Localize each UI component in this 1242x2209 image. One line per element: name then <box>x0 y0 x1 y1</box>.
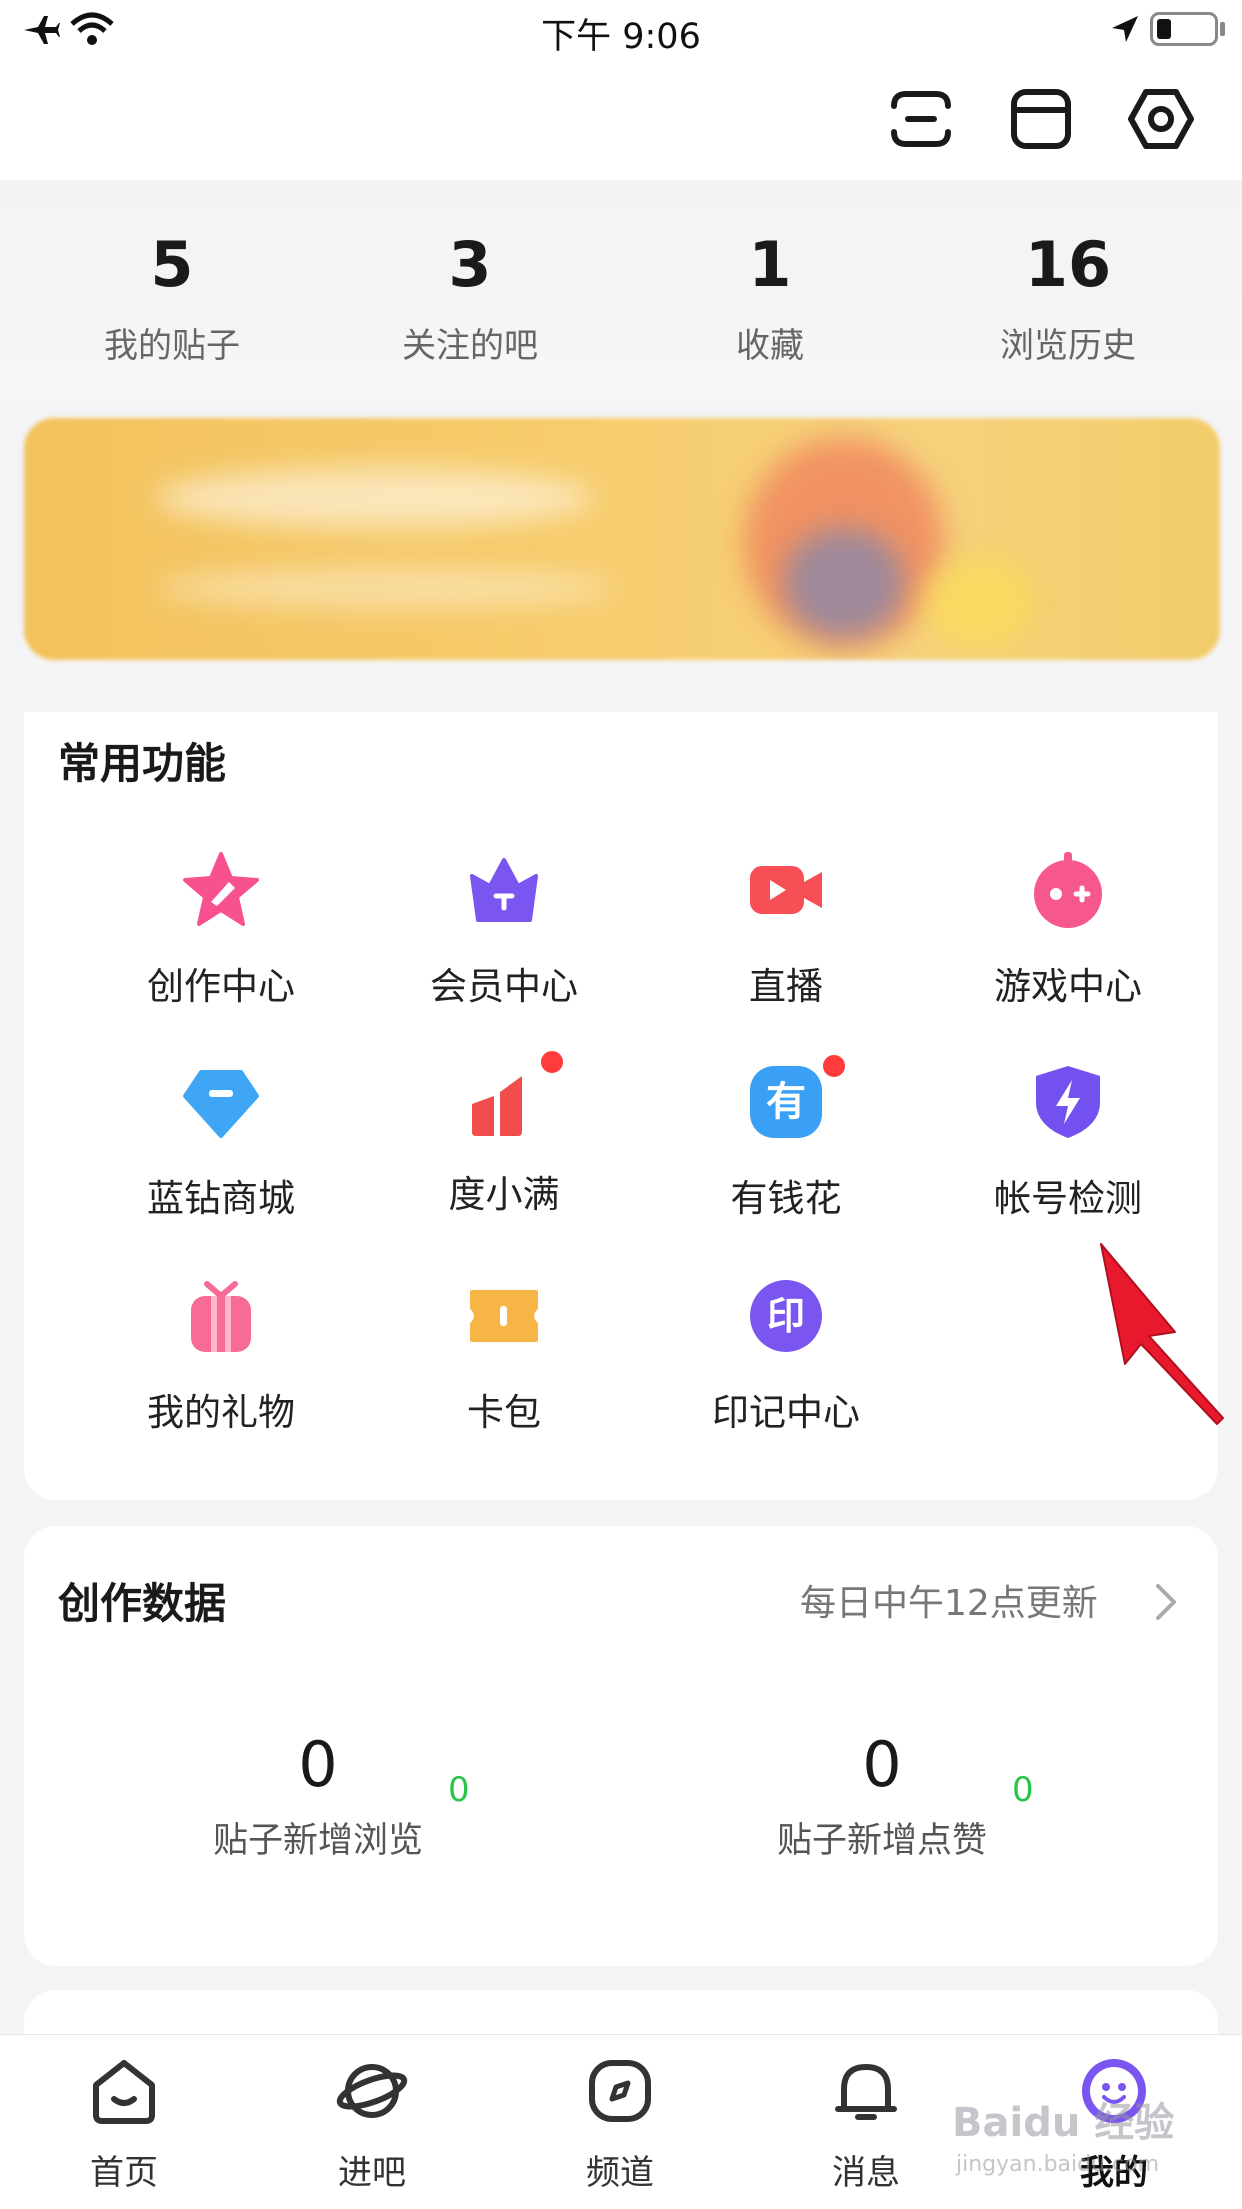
func-label: 帐号检测 <box>994 1177 1142 1220</box>
banner-text-blur <box>154 468 594 528</box>
stat-history[interactable]: 16 浏览历史 <box>918 234 1218 367</box>
stat-value: 5 <box>150 228 194 301</box>
func-label: 印记中心 <box>712 1391 860 1434</box>
func-label: 游戏中心 <box>994 965 1142 1008</box>
bar-chart-icon <box>472 1076 522 1136</box>
stat-value: 3 <box>448 228 492 301</box>
func-label: 我的礼物 <box>147 1391 295 1434</box>
banner-figure-blur <box>784 528 904 638</box>
func-seal-center[interactable]: 印 印记中心 <box>651 1276 921 1436</box>
func-label: 直播 <box>749 965 823 1008</box>
diamond-icon <box>183 1070 259 1138</box>
func-my-gifts[interactable]: 我的礼物 <box>86 1276 356 1436</box>
func-live[interactable]: 直播 <box>651 850 921 1010</box>
you-badge-icon: 有 <box>750 1066 822 1138</box>
banner-figure-blur <box>924 558 1034 648</box>
battery-tip <box>1220 22 1225 36</box>
watermark-url: jingyan.baidu.com <box>956 2152 1160 2177</box>
chevron-right-icon[interactable] <box>1154 1582 1178 1622</box>
func-label: 卡包 <box>467 1391 541 1434</box>
stat-label: 收藏 <box>736 326 804 366</box>
update-note[interactable]: 每日中午12点更新 <box>800 1574 1098 1626</box>
stat-followed-bars[interactable]: 3 关注的吧 <box>320 234 620 367</box>
func-vip-center[interactable]: 会员中心 <box>369 850 639 1010</box>
gift-icon <box>191 1281 251 1352</box>
nav-channels[interactable]: 频道 <box>540 2055 700 2194</box>
mailbox-icon[interactable] <box>1006 84 1076 154</box>
func-youqianhua[interactable]: 有 有钱花 <box>651 1052 921 1222</box>
func-card-wallet[interactable]: 卡包 <box>369 1276 639 1436</box>
creation-data-card: 创作数据 每日中午12点更新 0 贴子新增浏览 0 0 贴子新增点赞 0 <box>24 1526 1218 1966</box>
nav-label: 进吧 <box>338 2153 406 2193</box>
profile-stats: 5 我的贴子 3 关注的吧 1 收藏 16 浏览历史 <box>0 180 1242 400</box>
location-arrow-icon <box>1112 16 1138 42</box>
bell-icon <box>835 2064 897 2120</box>
stat-label: 浏览历史 <box>1000 326 1136 366</box>
watermark-brand: Baidu 经验 <box>952 2100 1175 2146</box>
gamepad-icon <box>1034 852 1102 928</box>
notification-dot <box>820 1052 848 1080</box>
stat-value: 1 <box>748 228 792 301</box>
stat-favorites[interactable]: 1 收藏 <box>620 234 920 367</box>
func-game-center[interactable]: 游戏中心 <box>933 850 1203 1010</box>
promo-banner[interactable] <box>24 418 1220 660</box>
func-label: 蓝钻商城 <box>147 1177 295 1220</box>
ticket-icon <box>470 1290 538 1342</box>
stat-label: 我的贴子 <box>104 326 240 366</box>
video-camera-icon <box>750 866 822 914</box>
func-label: 会员中心 <box>430 965 578 1008</box>
func-creation-center[interactable]: 创作中心 <box>86 850 356 1010</box>
nav-bars[interactable]: 进吧 <box>292 2055 452 2194</box>
func-account-check[interactable]: 帐号检测 <box>933 1062 1203 1222</box>
planet-icon <box>336 2064 408 2118</box>
status-time: 下午 9:06 <box>541 17 701 57</box>
seal-icon: 印 <box>750 1280 822 1352</box>
metric-delta: 0 <box>1012 1770 1034 1810</box>
shield-bolt-icon <box>1036 1066 1100 1138</box>
nav-label: 首页 <box>90 2153 158 2193</box>
func-label: 创作中心 <box>147 965 295 1008</box>
stat-value: 16 <box>1024 228 1112 301</box>
section-title: 常用功能 <box>58 739 227 788</box>
duxiaoman-icon-wrap <box>464 1048 566 1142</box>
seal-icon-wrap: 印 <box>746 1280 826 1360</box>
nav-home[interactable]: 首页 <box>44 2055 204 2194</box>
metric-label: 贴子新增浏览 <box>212 1821 423 1861</box>
crown-icon <box>470 858 538 922</box>
metric-label: 贴子新增点赞 <box>776 1821 987 1861</box>
home-icon <box>93 2060 155 2124</box>
status-bar: 下午 9:06 <box>0 0 1242 60</box>
func-label: 有钱花 <box>730 1177 842 1220</box>
settings-hexagon-icon[interactable] <box>1126 84 1196 154</box>
youqianhua-icon-wrap: 有 <box>746 1052 848 1146</box>
nav-label: 频道 <box>586 2153 654 2193</box>
stat-my-posts[interactable]: 5 我的贴子 <box>22 234 322 367</box>
profile-header <box>0 60 1242 180</box>
common-functions-card: 常用功能 创作中心 会员中心 直播 游戏中心 蓝钻商城 度小满 有 有钱花 帐号… <box>24 712 1218 1500</box>
battery-icon <box>1150 12 1218 46</box>
func-duxiaoman[interactable]: 度小满 <box>369 1048 639 1218</box>
scan-icon[interactable] <box>886 84 956 154</box>
func-blue-diamond-mall[interactable]: 蓝钻商城 <box>86 1062 356 1222</box>
notification-dot <box>538 1048 566 1076</box>
nav-messages[interactable]: 消息 <box>786 2055 946 2194</box>
stat-label: 关注的吧 <box>402 326 538 366</box>
annotation-arrow-icon <box>1100 1243 1224 1425</box>
banner-subtext-blur <box>154 568 614 608</box>
metric-delta: 0 <box>448 1770 470 1810</box>
func-label: 度小满 <box>448 1173 560 1216</box>
star-pen-icon <box>183 852 259 926</box>
nav-label: 消息 <box>832 2153 900 2193</box>
compass-icon <box>589 2060 651 2122</box>
section-title: 创作数据 <box>58 1579 227 1628</box>
